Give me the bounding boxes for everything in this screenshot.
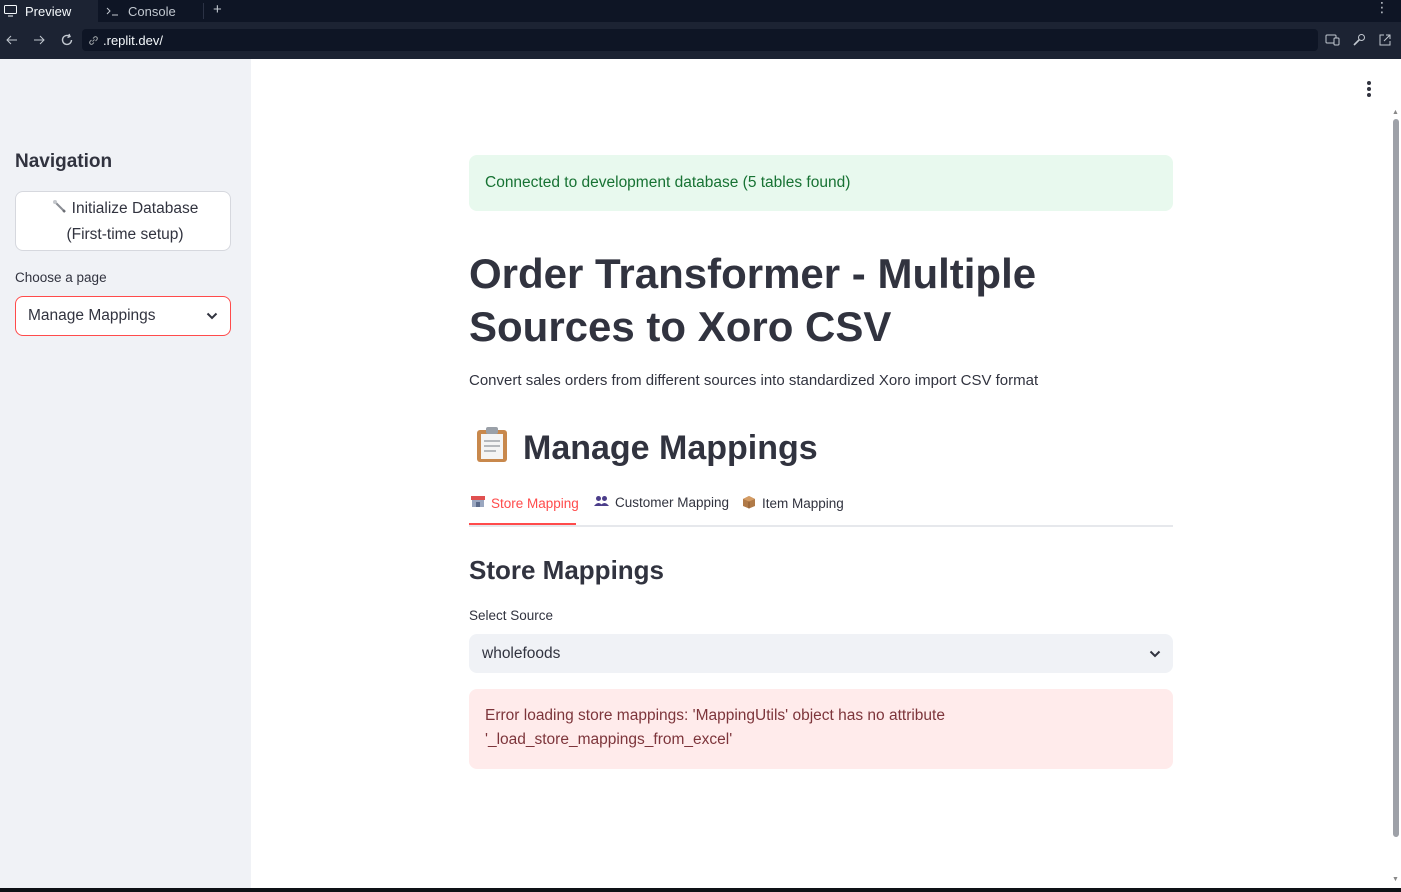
tab-label: Console (128, 3, 176, 19)
main-menu-icon[interactable] (1360, 79, 1378, 99)
plus-icon[interactable]: + (213, 1, 222, 18)
browser-tab-bar: Preview Console + ⋮ (0, 0, 1401, 22)
external-link-icon[interactable] (1377, 32, 1393, 48)
tab-label: Store Mapping (491, 495, 579, 511)
tab-label: Customer Mapping (615, 495, 730, 510)
package-icon (742, 495, 756, 512)
wrench-icon (52, 196, 68, 222)
monitor-icon (4, 5, 17, 17)
people-icon (594, 495, 609, 510)
more-vertical-icon[interactable]: ⋮ (1375, 0, 1389, 14)
link-icon (89, 35, 98, 45)
sidebar: Navigation Initialize Database (First-ti… (0, 59, 251, 888)
forward-arrow-icon[interactable] (30, 31, 48, 49)
wrench-icon[interactable] (1351, 32, 1367, 48)
devices-icon[interactable] (1325, 32, 1341, 48)
store-mappings-heading: Store Mappings (469, 555, 665, 585)
page-select[interactable]: Manage Mappings (15, 296, 231, 336)
scrollbar-thumb[interactable] (1393, 119, 1399, 837)
scroll-up-icon[interactable]: ▲ (1392, 109, 1399, 116)
initialize-database-label: Initialize Database (First-time setup) (66, 200, 199, 244)
terminal-icon (106, 7, 118, 16)
tab-console[interactable]: Console (106, 0, 176, 22)
page-title: Order Transformer - Multiple Sources to … (469, 250, 1037, 350)
app-viewport: Navigation Initialize Database (First-ti… (0, 59, 1401, 888)
chevron-down-icon (1149, 645, 1161, 663)
section-title-text: Manage Mappings (523, 429, 818, 467)
url-text: .replit.dev/ (103, 32, 163, 48)
page-select-value: Manage Mappings (28, 307, 156, 324)
url-input[interactable]: .replit.dev/ (82, 29, 1318, 51)
source-select[interactable]: wholefoods (469, 634, 1173, 673)
tab-preview[interactable]: Preview (0, 0, 98, 22)
source-select-value: wholefoods (482, 644, 561, 662)
section-title: Manage Mappings (475, 425, 818, 472)
mapping-tabs: Store Mapping Customer Mapping Item Mapp… (469, 489, 1173, 527)
active-tab-indicator (469, 523, 576, 525)
scroll-down-icon[interactable]: ▼ (1392, 876, 1399, 883)
back-arrow-icon[interactable] (3, 31, 21, 49)
reload-icon[interactable] (58, 31, 76, 49)
page-subtitle: Convert sales orders from different sour… (469, 372, 1039, 389)
bottom-edge (0, 888, 1401, 892)
select-source-label: Select Source (469, 608, 554, 623)
sidebar-title: Navigation (15, 151, 113, 172)
tab-label: Item Mapping (762, 496, 844, 511)
error-message: Error loading store mappings: 'MappingUt… (485, 707, 945, 748)
initialize-database-button[interactable]: Initialize Database (First-time setup) (15, 191, 231, 251)
error-alert: Error loading store mappings: 'MappingUt… (469, 689, 1173, 769)
success-alert: Connected to development database (5 tab… (469, 155, 1173, 211)
tab-divider (203, 3, 204, 19)
tab-customer-mapping[interactable]: Customer Mapping (594, 495, 729, 510)
clipboard-icon (475, 425, 509, 472)
page-select-label: Choose a page (15, 270, 107, 285)
tab-store-mapping[interactable]: Store Mapping (471, 495, 579, 511)
chevron-down-icon (206, 307, 218, 325)
browser-address-bar: .replit.dev/ (0, 22, 1401, 59)
tab-item-mapping[interactable]: Item Mapping (742, 495, 844, 512)
store-icon (471, 495, 485, 511)
success-message: Connected to development database (5 tab… (485, 174, 851, 191)
tab-label: Preview (25, 3, 72, 19)
